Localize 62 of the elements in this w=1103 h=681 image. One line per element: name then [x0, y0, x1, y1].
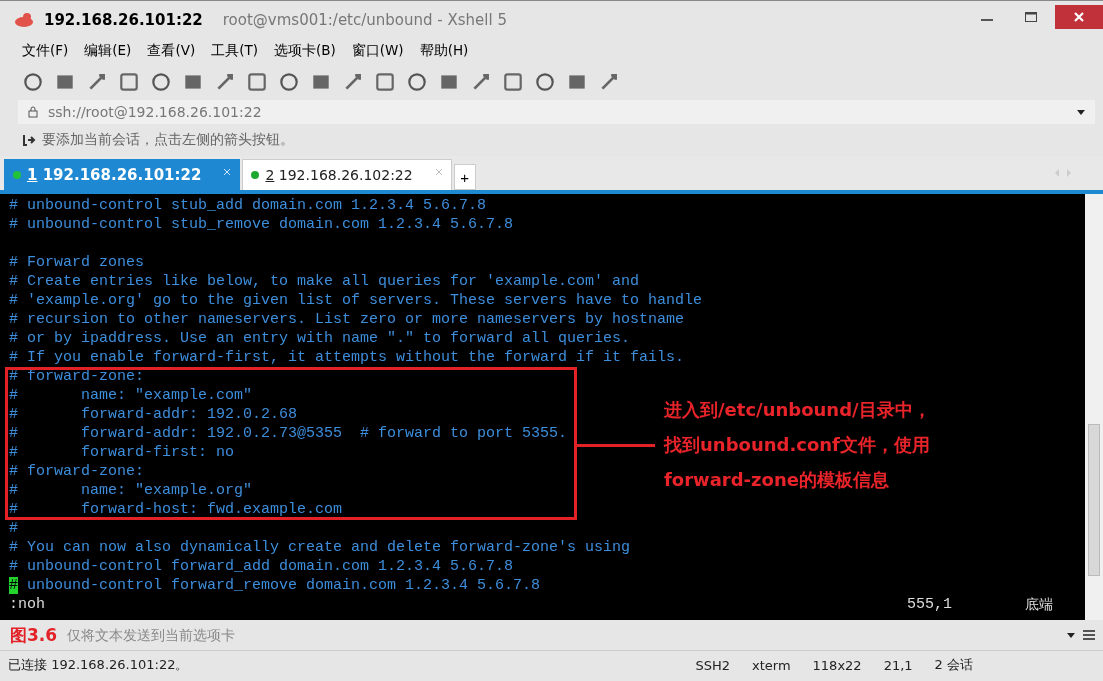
- terminal-line: # forward-addr: 192.0.2.73@5355 # forward to port 5355.: [9, 424, 568, 443]
- window-host: 192.168.26.101:22: [44, 10, 203, 29]
- terminal-line: # or by ipaddress. Use an entry with name "." to forward all queries.: [9, 329, 631, 348]
- terminal[interactable]: [0, 194, 1103, 620]
- terminal-line: #: [9, 519, 18, 538]
- cursor: #: [9, 577, 18, 594]
- terminal-line: # unbound-control forward_remove domain.com 1.2.3.4 5.6.7.8: [9, 576, 541, 595]
- scrollbar-thumb[interactable]: [1088, 424, 1100, 576]
- session-count: 2 会话: [934, 656, 973, 674]
- scrollbar[interactable]: [1085, 194, 1103, 620]
- terminal-line: # 'example.org' go to the given list of servers. These servers have to handle: [9, 291, 703, 310]
- menu-item[interactable]: 窗口(W): [351, 42, 404, 60]
- session-tab[interactable]: 2 192.168.26.102:22: [242, 159, 452, 190]
- annotation-text: 进入到/etc/unbound/目录中，: [664, 398, 931, 422]
- menu-item[interactable]: 编辑(E): [84, 42, 132, 60]
- terminal-line: # name: "example.org": [9, 481, 253, 500]
- terminal-line: # Create entries like below, to make all queries for 'example.com' and: [9, 272, 640, 291]
- terminal-line: # forward-host: fwd.example.com: [9, 500, 343, 519]
- maximize-icon: [1024, 10, 1038, 24]
- menu-item[interactable]: 选项卡(B): [273, 42, 336, 60]
- window-title: root@vms001:/etc/unbound - Xshell 5: [222, 10, 507, 29]
- scroll-position: 底端: [1025, 595, 1054, 614]
- hint-text: 要添加当前会话，点击左侧的箭头按钮。: [42, 131, 294, 149]
- new-tab-button[interactable]: +: [453, 164, 476, 190]
- terminal-line: # forward-addr: 192.0.2.68: [9, 405, 298, 424]
- protocol-status: SSH2: [695, 657, 730, 673]
- close-tab-icon[interactable]: [223, 168, 232, 176]
- terminal-line: # If you enable forward-first, it attempts without the forward if it fails.: [9, 348, 685, 367]
- minimize-icon: [981, 19, 993, 21]
- cursor-position-status: 21,1: [883, 657, 913, 673]
- dropdown-caret-icon[interactable]: [1077, 109, 1085, 115]
- terminal-line: # forward-zone:: [9, 367, 145, 386]
- terminal-line: # name: "example.com": [9, 386, 253, 405]
- close-icon: [1072, 10, 1086, 24]
- terminal-line: # unbound-control forward_add domain.com 1.2.3.4 5.6.7.8: [9, 557, 514, 576]
- menu-item[interactable]: 查看(V): [147, 42, 196, 60]
- connection-status: 已连接 192.168.26.101:22。: [8, 656, 190, 674]
- dropdown-caret-icon[interactable]: [1067, 632, 1075, 638]
- annotation-text: 找到unbound.conf文件，使用: [664, 433, 931, 457]
- terminal-line: # forward-first: no: [9, 443, 235, 462]
- annotation-text: forward-zone的模板信息: [664, 468, 890, 492]
- cursor-position: 555,1: [907, 595, 953, 614]
- app-logo-icon: [14, 11, 34, 28]
- menu-item[interactable]: 工具(T): [211, 42, 258, 60]
- terminal-line: # Forward zones: [9, 253, 145, 272]
- arrow-icon[interactable]: [22, 133, 36, 147]
- terminal-line: # You can now also dynamically create and delete forward-zone's using: [9, 538, 631, 557]
- terminal-type: xterm: [752, 657, 791, 673]
- menu-item[interactable]: 文件(F): [22, 42, 69, 60]
- address-field[interactable]: ssh://root@192.168.26.101:22: [18, 100, 1095, 124]
- terminal-size: 118x22: [812, 657, 862, 673]
- terminal-line: # recursion to other nameservers. List zero or more nameservers by hostname: [9, 310, 685, 329]
- terminal-line: # forward-zone:: [9, 462, 145, 481]
- terminal-line: # unbound-control stub_remove domain.com 1.2.3.4 5.6.7.8: [9, 215, 514, 234]
- session-tab[interactable]: 1 192.168.26.101:22: [4, 159, 241, 190]
- command-line: :noh: [9, 595, 45, 614]
- close-button[interactable]: [1055, 5, 1103, 29]
- menu-item[interactable]: 帮助(H): [419, 42, 469, 60]
- figure-label: 图3.6: [10, 623, 58, 647]
- terminal-line: # unbound-control stub_add domain.com 1.2.3.4 5.6.7.8: [9, 196, 487, 215]
- menu-icon[interactable]: [1083, 630, 1095, 640]
- compose-field[interactable]: 仅将文本发送到当前选项卡: [65, 626, 1059, 644]
